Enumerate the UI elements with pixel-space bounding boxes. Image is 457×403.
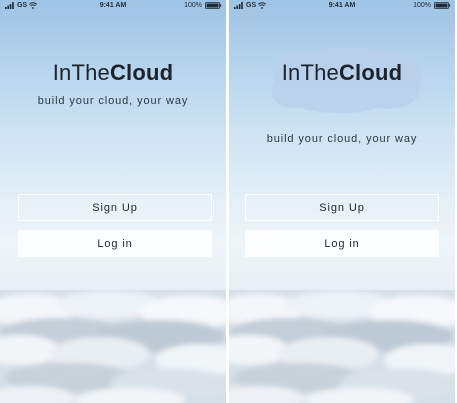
sign-up-button[interactable]: Sign Up <box>18 194 212 221</box>
cloud-layer-image <box>0 290 226 403</box>
app-logo-title: InTheCloud <box>229 60 455 86</box>
log-in-button[interactable]: Log in <box>18 230 212 257</box>
mockup-stage: GS 9:41 AM 100% InTheCloud build your cl… <box>0 0 457 403</box>
battery-icon <box>434 2 451 9</box>
brand-bold-text: Cloud <box>338 60 403 85</box>
status-bar: GS 9:41 AM 100% <box>229 0 455 14</box>
brand-bold-text: Cloud <box>109 60 174 85</box>
status-right: 100% <box>413 2 451 9</box>
log-in-button[interactable]: Log in <box>245 230 439 257</box>
app-logo-title: InTheCloud <box>0 60 226 86</box>
brand-light-text: InThe <box>52 60 110 85</box>
cloud-layer-image <box>229 290 455 403</box>
sign-up-button[interactable]: Sign Up <box>245 194 439 221</box>
phone-screen-variant-b: GS 9:41 AM 100% InTheCloud build your cl… <box>229 0 455 403</box>
brand-light-text: InThe <box>281 60 339 85</box>
tagline: build your cloud, your way <box>266 133 418 145</box>
status-right: 100% <box>184 2 222 9</box>
status-bar: GS 9:41 AM 100% <box>0 0 226 14</box>
battery-percent: 100% <box>413 2 431 9</box>
battery-icon <box>205 2 222 9</box>
battery-percent: 100% <box>184 2 202 9</box>
phone-screen-variant-a: GS 9:41 AM 100% InTheCloud build your cl… <box>0 0 226 403</box>
tagline: build your cloud, your way <box>37 95 189 107</box>
